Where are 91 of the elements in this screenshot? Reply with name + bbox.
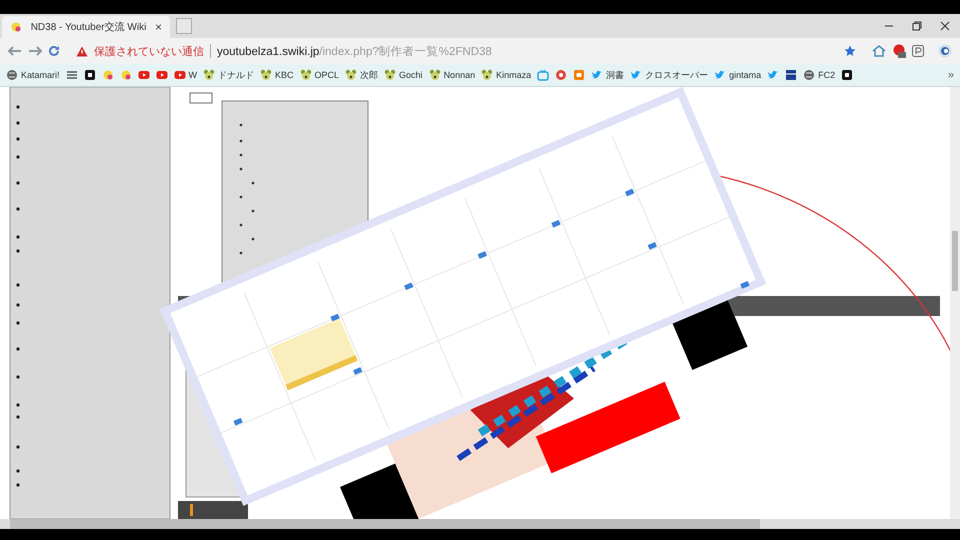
bookmark-item[interactable] (841, 69, 854, 81)
blog-icon (573, 69, 586, 81)
play-icon (174, 69, 186, 81)
globe-icon (6, 69, 18, 81)
bullet-icon (252, 210, 254, 212)
bullet-icon (16, 347, 20, 351)
bookmark-item[interactable]: W (174, 69, 198, 81)
bear-face-icon (384, 69, 396, 81)
bullet-icon (16, 445, 20, 449)
restore-icon[interactable] (912, 21, 922, 31)
bookmark-item[interactable]: クロスオーバー (630, 68, 708, 82)
extension-icon[interactable] (912, 45, 924, 57)
bird-icon (714, 69, 726, 81)
bookmark-item[interactable] (66, 69, 78, 81)
bird-icon (767, 69, 780, 81)
bookmark-item[interactable] (785, 69, 798, 81)
bullet-icon (16, 155, 20, 159)
bullet-icon (16, 207, 20, 211)
bookmark-item[interactable]: 洞書 (591, 68, 624, 82)
chick-icon (120, 69, 132, 81)
bullet-icon (16, 415, 20, 419)
bullet-icon (16, 105, 20, 109)
bullet-icon (240, 124, 242, 126)
bullet-icon (16, 249, 20, 253)
url-text[interactable]: youtubelza1.swiki.jp/index.php?制作者一覧%2FND38 (217, 44, 492, 58)
app-square-icon (841, 69, 854, 81)
footer-bar (178, 501, 248, 519)
bullet-icon (16, 375, 20, 379)
bookmark-item[interactable]: KBC (260, 69, 294, 81)
warning-icon (76, 46, 88, 56)
bookmark-item[interactable]: Gochi (384, 69, 423, 81)
tv-icon (537, 69, 550, 81)
bookmark-item[interactable]: 次郎 (345, 68, 378, 82)
bullet-icon (240, 140, 242, 142)
bear-face-icon (260, 69, 272, 81)
bullet-icon (240, 252, 242, 254)
close-tab-button[interactable]: × (154, 20, 162, 34)
bookmark-item[interactable]: Katamari! (6, 69, 60, 81)
bullet-icon (252, 182, 254, 184)
scrollbar[interactable] (950, 87, 960, 519)
bullet-icon (16, 121, 20, 125)
bullet-icon (240, 224, 242, 226)
bookmark-star-icon[interactable] (844, 45, 856, 57)
bookmark-item[interactable]: Nonnan (428, 69, 476, 81)
menu-icon (66, 69, 78, 81)
bullet-icon (16, 235, 20, 239)
bullet-icon (240, 168, 242, 170)
play-icon (138, 69, 150, 81)
bookmark-item[interactable]: ドナルド (203, 68, 254, 82)
bullet-icon (16, 469, 20, 473)
bookmark-item[interactable]: FC2 (803, 69, 836, 81)
home-icon[interactable] (872, 45, 886, 57)
bullet-icon (16, 303, 20, 307)
news-square-icon (785, 69, 798, 81)
play-icon (156, 69, 168, 81)
bullet-icon (16, 181, 20, 185)
globe-icon (803, 69, 816, 81)
small-box (190, 92, 212, 104)
bullet-icon (240, 154, 242, 156)
app-square-icon (84, 69, 96, 81)
bear-face-icon (203, 69, 216, 81)
bullet-icon (16, 403, 20, 407)
horizontal-scrollbar[interactable] (0, 519, 960, 529)
close-icon[interactable] (940, 21, 950, 31)
profile-icon[interactable] (938, 44, 952, 58)
bullet-icon (16, 483, 20, 487)
reload-icon[interactable] (48, 45, 60, 57)
bear-face-icon (345, 69, 358, 81)
bullet-icon (16, 137, 20, 141)
bullet-icon (252, 238, 254, 240)
extension-icon[interactable] (892, 44, 906, 58)
bear-face-icon (300, 69, 312, 81)
forward-icon[interactable] (28, 46, 42, 56)
bullet-icon (16, 283, 20, 287)
bookmark-item[interactable]: gintama (714, 69, 762, 81)
back-icon[interactable] (8, 46, 22, 56)
bookmark-item[interactable]: OPCL (300, 69, 340, 81)
bird-icon (630, 69, 642, 81)
chick-icon (10, 21, 22, 33)
bullet-icon (16, 321, 20, 325)
security-warning[interactable]: 保護されていない通信 (94, 44, 204, 58)
bookmark-item[interactable] (84, 69, 96, 81)
bird-icon (591, 69, 604, 81)
bullet-icon (240, 196, 242, 198)
circle-logo-icon (555, 69, 568, 81)
bear-face-icon (428, 69, 441, 81)
more-bookmarks-button[interactable]: » (948, 69, 954, 81)
bear-face-icon (481, 69, 494, 81)
bookmark-item[interactable]: Kinmaza (481, 69, 532, 81)
browser-tab[interactable]: ND38 - Youtuber交流 Wiki × (2, 16, 170, 38)
chick-icon (102, 69, 114, 81)
